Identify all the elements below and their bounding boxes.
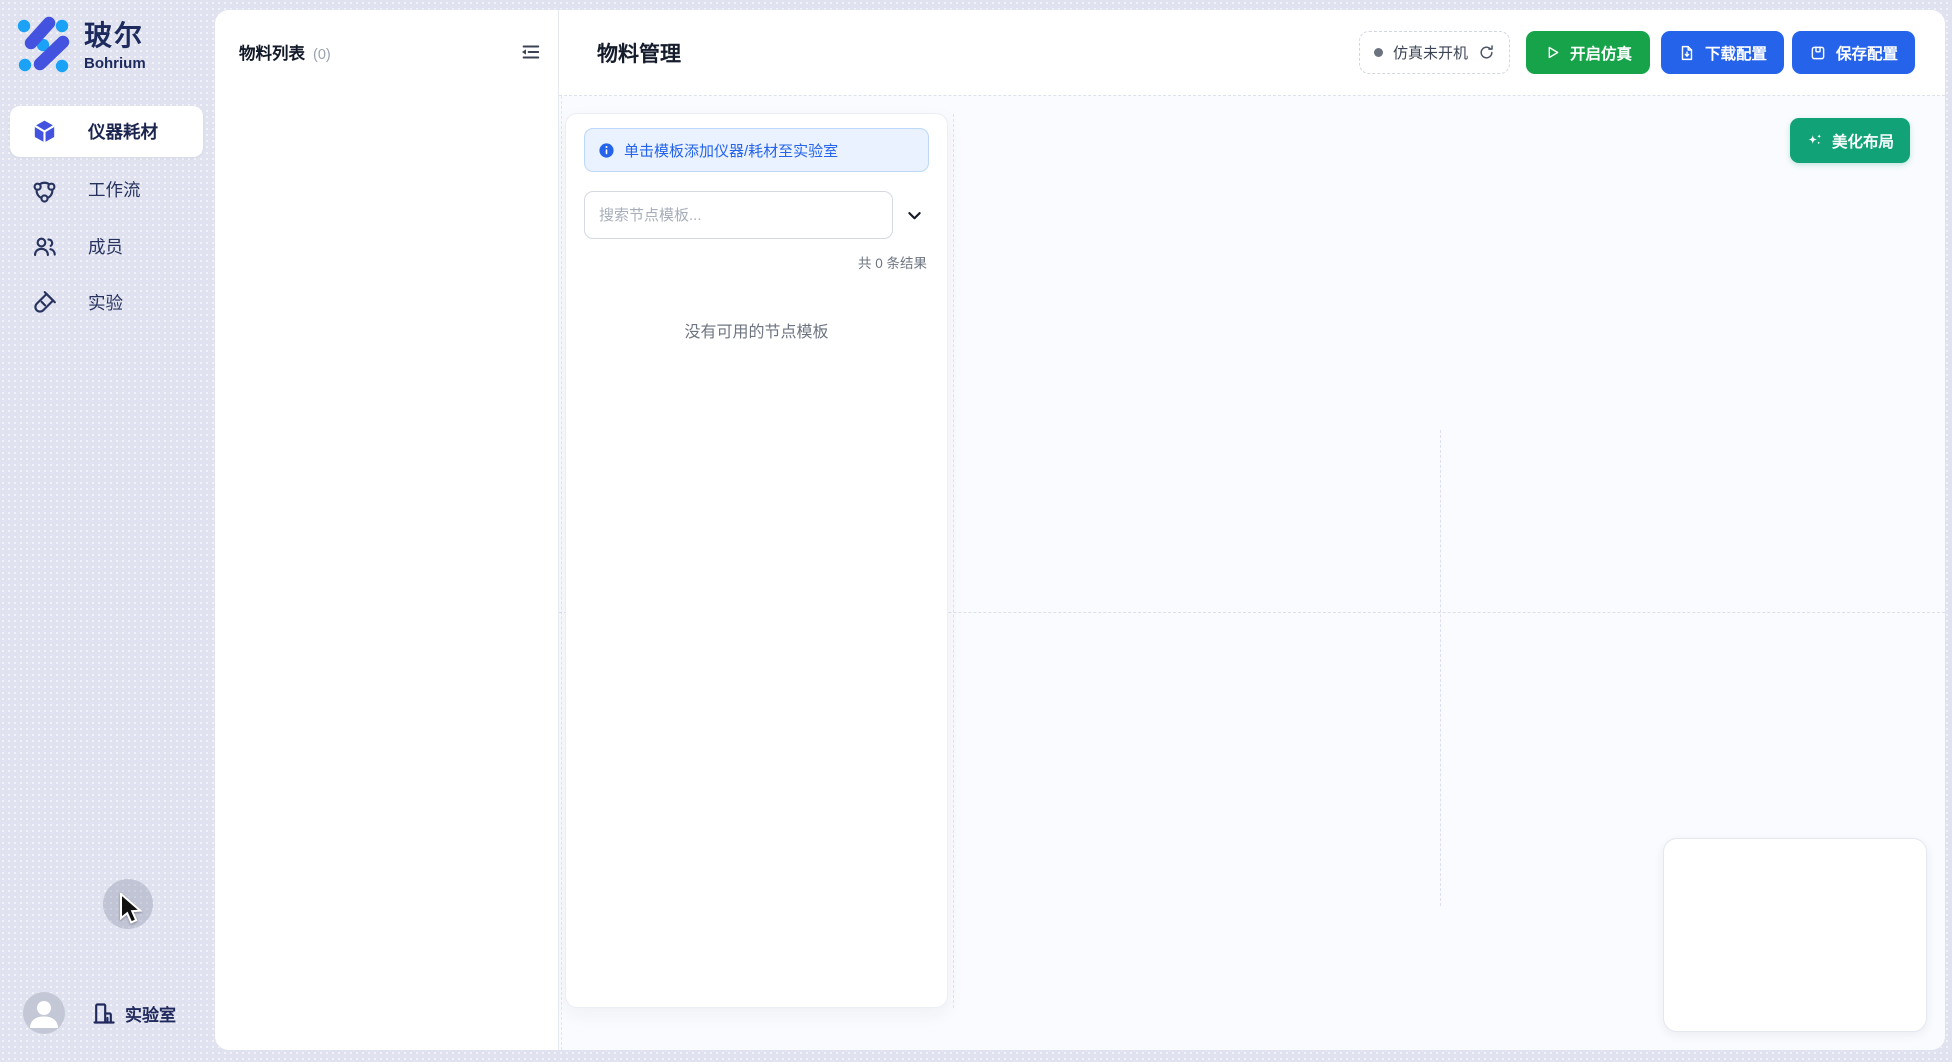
workspace-header: 物料管理 仿真未开机 开启仿真	[559, 10, 1945, 96]
sidebar-item-members[interactable]: 成员	[10, 221, 203, 272]
search-input[interactable]	[584, 191, 893, 239]
template-search-row	[584, 191, 929, 239]
save-icon	[1809, 44, 1827, 62]
sidebar-item-label: 工作流	[88, 177, 141, 202]
sidebar-item-label: 成员	[88, 234, 123, 259]
lab-entry[interactable]: 实验室	[90, 1000, 176, 1027]
materials-panel-title: 物料列表	[239, 40, 305, 64]
info-banner: 单击模板添加仪器/耗材至实验室	[584, 128, 929, 172]
canvas[interactable]: 单击模板添加仪器/耗材至实验室 共 0 条结果 没有可用的节点模板	[559, 96, 1945, 1050]
beautify-layout-button[interactable]: 美化布局	[1790, 118, 1910, 163]
sidebar: 玻尔 Bohrium 仪器耗材	[0, 0, 215, 1062]
download-config-button[interactable]: 下载配置	[1661, 31, 1784, 74]
sparkles-icon	[1806, 132, 1824, 150]
cube-icon	[31, 118, 58, 145]
sidebar-item-label: 仪器耗材	[88, 119, 158, 144]
start-simulation-label: 开启仿真	[1570, 42, 1632, 64]
materials-count: (0)	[313, 47, 331, 63]
results-count: 共 0 条结果	[584, 252, 929, 272]
sidebar-item-experiment[interactable]: 实验	[10, 277, 203, 328]
workflow-icon	[31, 176, 58, 203]
workspace: 物料管理 仿真未开机 开启仿真	[559, 10, 1945, 1050]
canvas-guide-line	[953, 114, 954, 1008]
start-simulation-button[interactable]: 开启仿真	[1526, 31, 1650, 74]
sidebar-item-instruments[interactable]: 仪器耗材	[10, 106, 203, 157]
user-avatar[interactable]	[23, 992, 65, 1034]
status-dot-icon	[1374, 48, 1383, 57]
sidebar-item-label: 实验	[88, 290, 123, 315]
lab-label: 实验室	[125, 1001, 176, 1026]
canvas-guide-line	[1440, 430, 1441, 906]
page-title: 物料管理	[597, 38, 681, 68]
menu-fold-icon	[519, 41, 541, 63]
sim-status-pill[interactable]: 仿真未开机	[1359, 31, 1510, 74]
brand-name-en: Bohrium	[84, 55, 146, 72]
building-icon	[90, 1000, 117, 1027]
brand-name-cn: 玻尔	[84, 14, 146, 54]
save-config-label: 保存配置	[1836, 42, 1898, 64]
file-download-icon	[1678, 44, 1696, 62]
expand-filters-button[interactable]	[899, 200, 929, 230]
refresh-icon[interactable]	[1478, 44, 1495, 61]
save-config-button[interactable]: 保存配置	[1792, 31, 1915, 74]
sim-status-text: 仿真未开机	[1393, 42, 1468, 63]
play-icon	[1544, 44, 1561, 61]
node-template-panel: 单击模板添加仪器/耗材至实验室 共 0 条结果 没有可用的节点模板	[565, 113, 948, 1008]
main-container: 物料列表 (0) 物料管理	[215, 10, 1945, 1050]
members-icon	[31, 233, 58, 260]
materials-panel-header: 物料列表 (0)	[239, 40, 331, 64]
canvas-guide-line	[561, 96, 562, 1050]
bohrium-logo-icon	[15, 13, 75, 73]
minimap[interactable]	[1663, 838, 1927, 1032]
collapse-panel-button[interactable]	[514, 36, 546, 68]
brand-logo: 玻尔 Bohrium	[15, 13, 146, 73]
chevron-down-icon	[905, 206, 924, 225]
info-icon	[598, 142, 615, 159]
sidebar-item-workflow[interactable]: 工作流	[10, 164, 203, 215]
app-root: 玻尔 Bohrium 仪器耗材	[0, 0, 1952, 1062]
empty-state-text: 没有可用的节点模板	[584, 318, 929, 342]
beautify-layout-label: 美化布局	[1832, 130, 1894, 152]
experiment-icon	[31, 289, 58, 316]
download-config-label: 下载配置	[1705, 42, 1767, 64]
info-banner-text: 单击模板添加仪器/耗材至实验室	[624, 140, 838, 161]
sidebar-footer: 实验室	[23, 992, 176, 1034]
materials-panel: 物料列表 (0)	[215, 10, 559, 1050]
mouse-cursor	[119, 893, 149, 930]
